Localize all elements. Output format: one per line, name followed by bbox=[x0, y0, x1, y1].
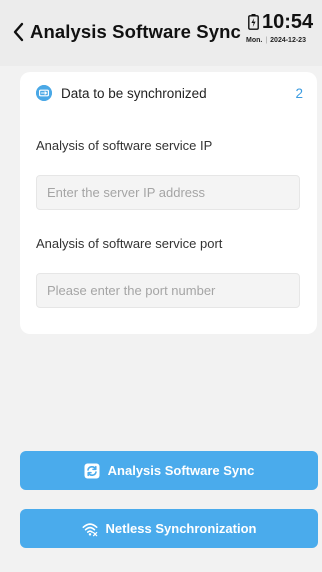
ip-field-label: Analysis of software service IP bbox=[36, 138, 213, 153]
battery-charging-icon bbox=[248, 14, 259, 30]
sync-settings-card: Data to be synchronized 2 Analysis of so… bbox=[20, 72, 317, 334]
date-label: 2024-12-23 bbox=[270, 37, 306, 44]
port-field-label: Analysis of software service port bbox=[36, 236, 223, 251]
sync-icon bbox=[84, 463, 100, 478]
date-separator: | bbox=[265, 37, 268, 44]
sync-data-count: 2 bbox=[295, 86, 303, 101]
analysis-software-sync-label: Analysis Software Sync bbox=[107, 463, 255, 478]
weekday-label: Mon. bbox=[246, 37, 263, 44]
page-title: Analysis Software Sync bbox=[30, 21, 241, 42]
chevron-left-icon[interactable] bbox=[10, 20, 28, 44]
header: Analysis Software Sync 10:54 Mon. | 2024-1… bbox=[0, 0, 322, 66]
netless-synchronization-button[interactable]: Netless Synchronization bbox=[20, 509, 318, 548]
ip-address-input[interactable] bbox=[36, 175, 300, 210]
netless-synchronization-label: Netless Synchronization bbox=[105, 521, 257, 536]
sync-data-icon bbox=[36, 85, 52, 101]
clock-time: 10:54 bbox=[262, 11, 314, 33]
sync-data-heading: Data to be synchronized bbox=[61, 86, 207, 101]
date-display: Mon. | 2024-12-23 bbox=[246, 37, 306, 44]
analysis-software-sync-button[interactable]: Analysis Software Sync bbox=[20, 451, 318, 490]
wifi-icon bbox=[82, 522, 97, 536]
port-number-input[interactable] bbox=[36, 273, 300, 308]
